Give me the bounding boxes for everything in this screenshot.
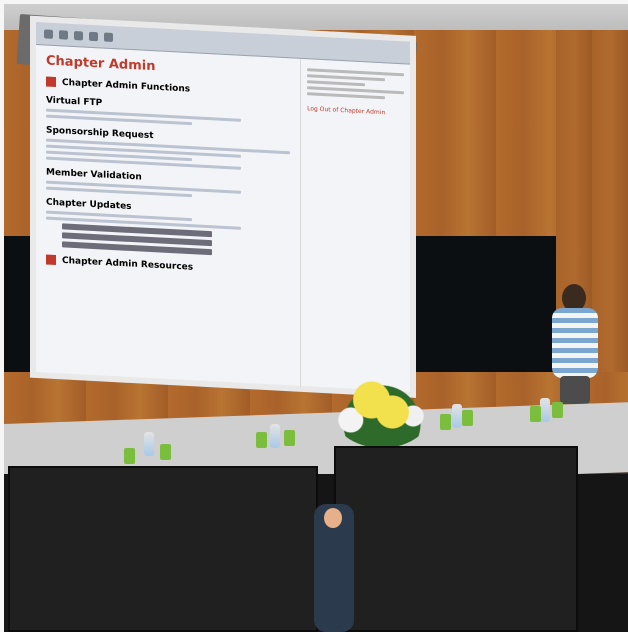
water-bottle [452,404,462,428]
soda-can [124,448,135,464]
soda-can [462,410,473,426]
water-bottle [270,424,280,448]
water-bottle [540,398,550,422]
sidebar: Log Out of Chapter Admin [300,58,410,393]
soda-can [160,444,171,460]
soda-can [284,430,295,446]
flower-arrangement [330,368,434,448]
section-title-text: Chapter Admin Functions [62,77,191,95]
page-title: Chapter Admin [46,53,156,75]
section-marker-icon [46,76,56,88]
foreground-monitor-left [8,466,318,632]
forward-icon [59,29,68,40]
text-line [307,92,385,100]
speaker-legs [560,376,590,404]
bookmark-icon [104,32,113,42]
home-icon [89,31,98,41]
foreground-monitor-right [334,446,578,632]
section-marker-icon [46,254,56,265]
soda-can [552,402,563,418]
main-column: Chapter Admin Chapter Admin Functions Vi… [36,45,300,387]
soda-can [530,406,541,422]
audience-face [324,508,342,528]
reload-icon [74,30,83,40]
photo-frame: Chapter Admin Chapter Admin Functions Vi… [4,4,628,632]
speaker [552,284,598,404]
footer-title: Chapter Admin Resources [62,255,194,273]
footer-section: Chapter Admin Resources [46,254,290,277]
text-line [307,80,366,87]
water-bottle [144,432,154,456]
speaker-shirt [552,308,598,378]
sidebar-link: Log Out of Chapter Admin [307,105,386,117]
soda-can [256,432,267,448]
audience-member [314,504,354,632]
webpage: Chapter Admin Chapter Admin Functions Vi… [36,45,410,393]
projection-screen: Chapter Admin Chapter Admin Functions Vi… [36,22,410,393]
soda-can [440,414,451,430]
back-icon [44,28,53,39]
